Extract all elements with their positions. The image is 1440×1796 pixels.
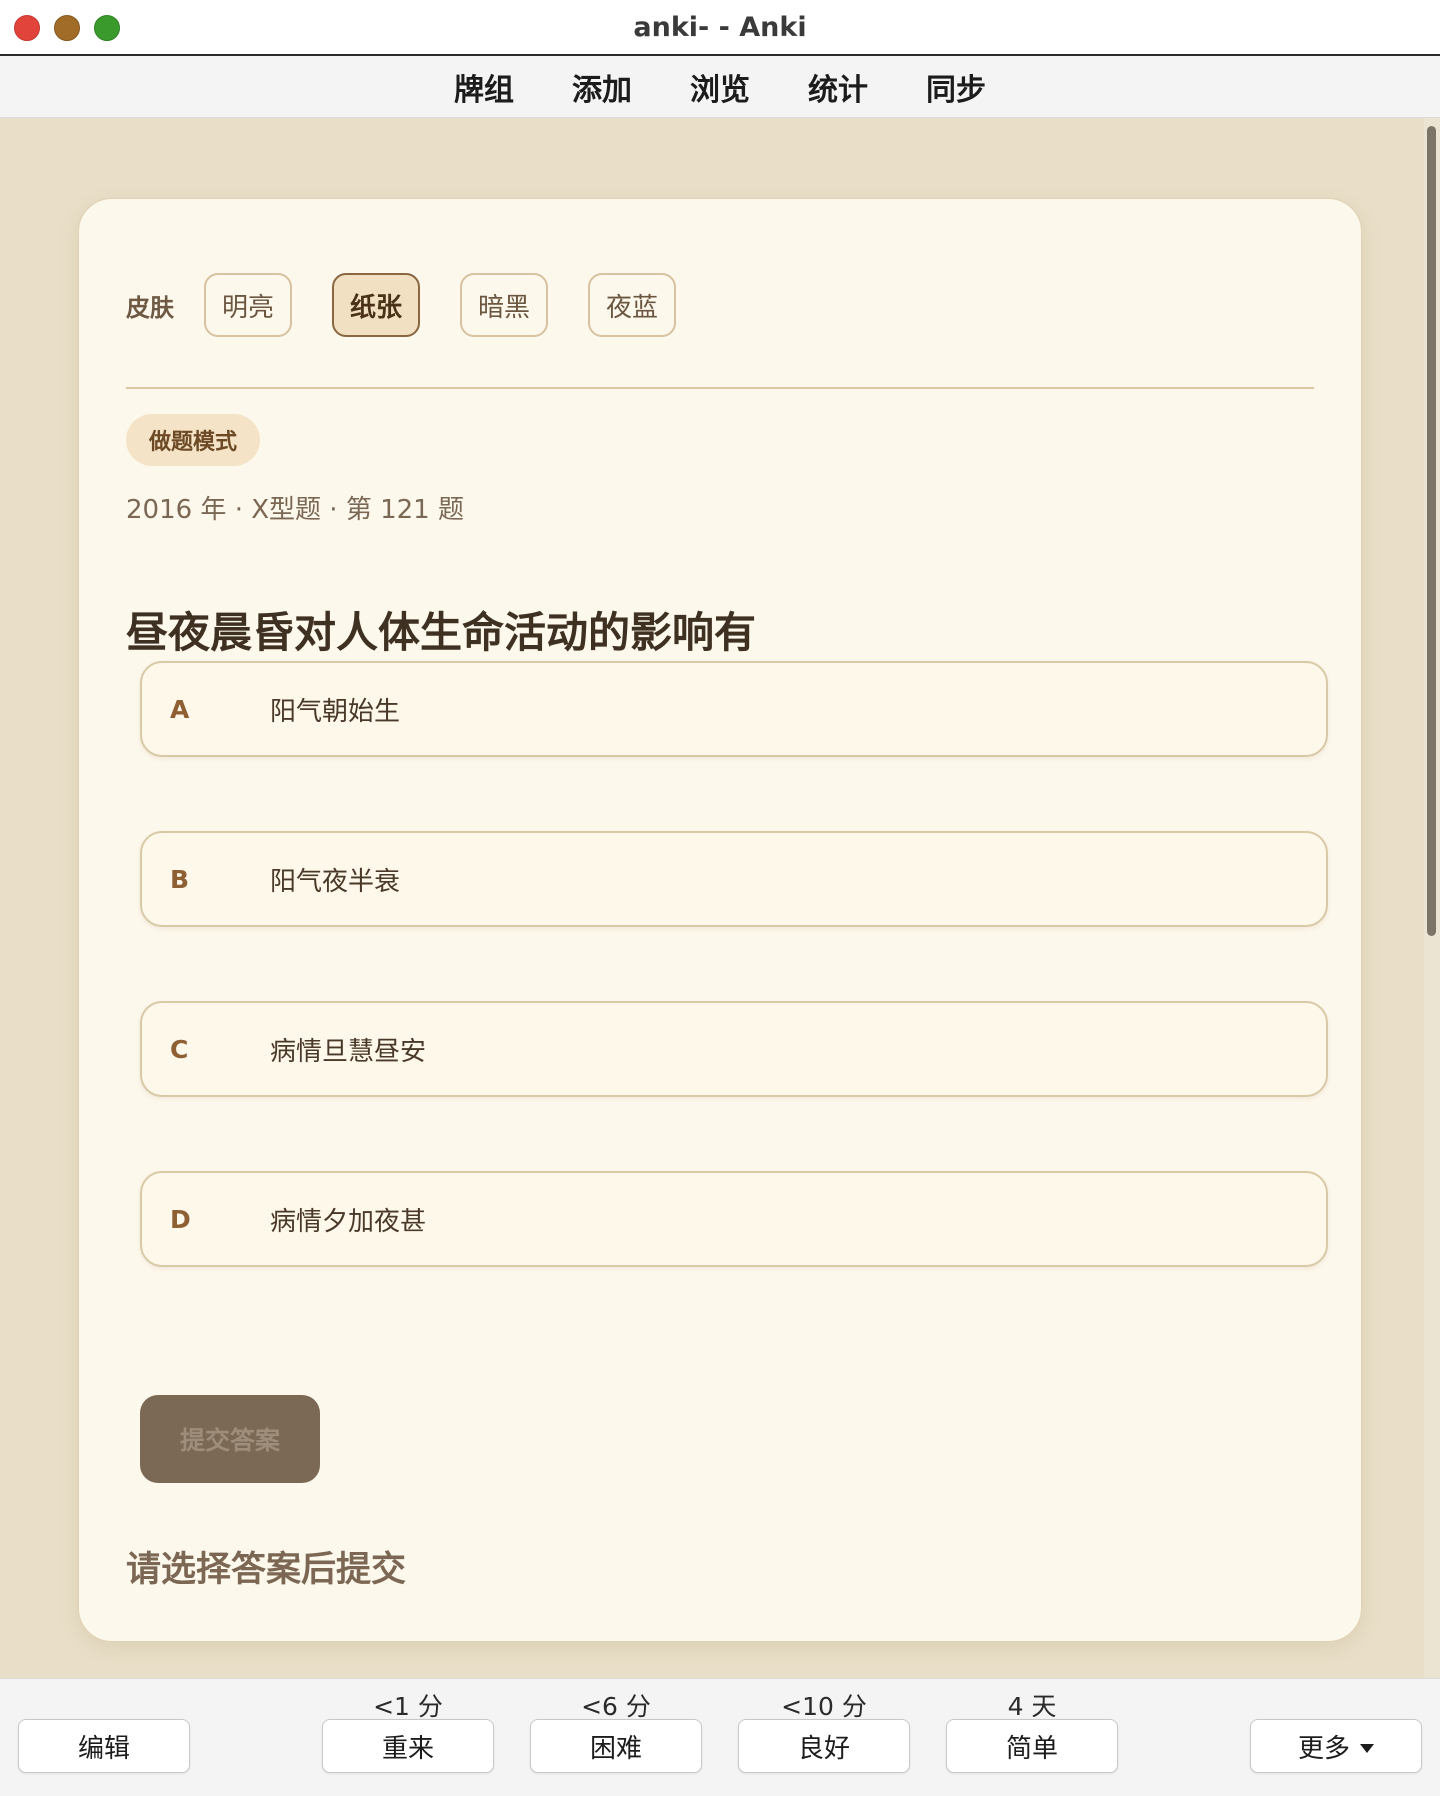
- option-letter: A: [170, 694, 190, 724]
- option-letter: B: [170, 864, 190, 894]
- option-text: 病情旦慧昼安: [270, 1036, 427, 1067]
- divider: [126, 387, 1314, 389]
- edit-button[interactable]: 编辑: [18, 1719, 190, 1773]
- interval-again: <1 分: [373, 1692, 443, 1721]
- chevron-down-icon: [1360, 1743, 1374, 1753]
- question-meta: 2016 年 · X型题 · 第 121 题: [126, 495, 464, 525]
- window-title: anki- - Anki: [633, 12, 807, 43]
- review-area: 皮肤 明亮 纸张 暗黑 夜蓝 做题模式 2016 年 · X型题 · 第 121…: [0, 118, 1424, 1678]
- interval-easy: 4 天: [1007, 1692, 1057, 1721]
- option-text: 阳气夜半衰: [270, 866, 401, 897]
- skin-button-night-blue[interactable]: 夜蓝: [588, 273, 676, 337]
- skin-button-bright[interactable]: 明亮: [204, 273, 292, 337]
- menu-stats[interactable]: 统计: [808, 65, 868, 109]
- interval-hard: <6 分: [581, 1692, 651, 1721]
- question-card: 皮肤 明亮 纸张 暗黑 夜蓝 做题模式 2016 年 · X型题 · 第 121…: [78, 198, 1362, 1642]
- skin-label: 皮肤: [126, 293, 174, 322]
- more-label: 更多: [1297, 1733, 1350, 1764]
- easy-button[interactable]: 简单: [946, 1719, 1118, 1773]
- option-text: 病情夕加夜甚: [270, 1206, 427, 1237]
- menu-browse[interactable]: 浏览: [690, 65, 750, 109]
- menu-decks[interactable]: 牌组: [454, 65, 514, 109]
- hard-button[interactable]: 困难: [530, 1719, 702, 1773]
- more-button[interactable]: 更多: [1250, 1719, 1422, 1773]
- skin-button-paper[interactable]: 纸张: [332, 273, 420, 337]
- main-toolbar: 牌组 添加 浏览 统计 同步: [0, 56, 1440, 118]
- answer-bar: 编辑 <1 分 重来 <6 分 困难 <10 分 良好 4 天 简单 更多: [0, 1678, 1440, 1796]
- mode-badge: 做题模式: [126, 414, 260, 466]
- option-b[interactable]: B 阳气夜半衰: [140, 831, 1328, 927]
- scrollbar-thumb[interactable]: [1427, 126, 1436, 936]
- option-d[interactable]: D 病情夕加夜甚: [140, 1171, 1328, 1267]
- option-letter: C: [170, 1034, 189, 1064]
- interval-good: <10 分: [781, 1692, 867, 1721]
- question-text: 昼夜晨昏对人体生命活动的影响有: [126, 608, 757, 657]
- good-button[interactable]: 良好: [738, 1719, 910, 1773]
- option-a[interactable]: A 阳气朝始生: [140, 661, 1328, 757]
- menu-sync[interactable]: 同步: [926, 65, 986, 109]
- skin-button-dark[interactable]: 暗黑: [460, 273, 548, 337]
- option-letter: D: [170, 1204, 191, 1234]
- skin-selector: 皮肤 明亮 纸张 暗黑 夜蓝: [126, 273, 716, 337]
- submit-answer-button[interactable]: 提交答案: [140, 1395, 320, 1483]
- option-text: 阳气朝始生: [270, 696, 401, 727]
- title-bar: anki- - Anki: [0, 0, 1440, 56]
- submit-hint: 请选择答案后提交: [126, 1550, 407, 1590]
- again-button[interactable]: 重来: [322, 1719, 494, 1773]
- menu-add[interactable]: 添加: [572, 65, 632, 109]
- vertical-scrollbar[interactable]: [1424, 118, 1440, 1678]
- option-c[interactable]: C 病情旦慧昼安: [140, 1001, 1328, 1097]
